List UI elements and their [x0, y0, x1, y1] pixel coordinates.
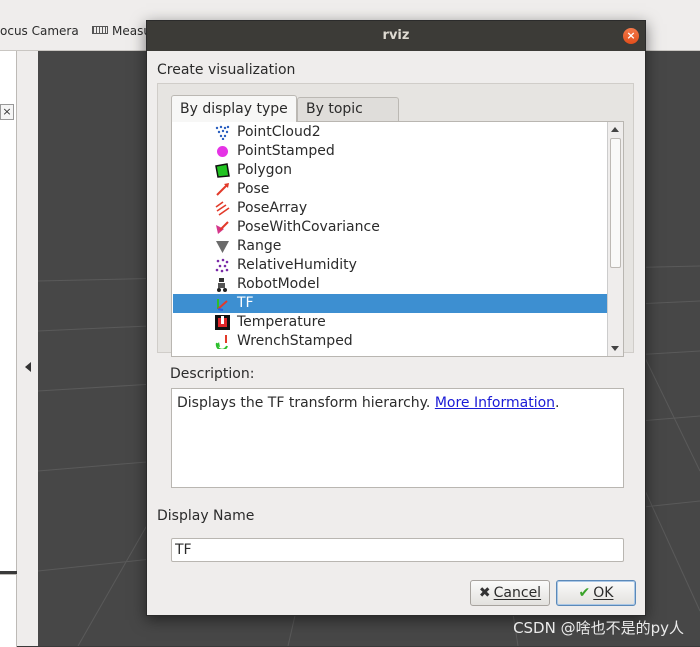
tree-item-posewithcovariance[interactable]: PoseWithCovariance	[173, 218, 607, 237]
close-icon[interactable]: ×	[623, 28, 639, 44]
cancel-button[interactable]: ✖ Cancel	[470, 580, 550, 606]
cancel-x-icon: ✖	[478, 585, 491, 601]
tree-item-label: Pose	[237, 181, 270, 197]
displays-panel: ×	[0, 51, 17, 571]
display-name-input[interactable]	[171, 538, 624, 562]
checkmark-icon: ✔	[578, 585, 591, 601]
create-visualization-dialog: rviz × Create visualization By display t…	[146, 20, 646, 616]
posewithcovariance-icon	[216, 221, 229, 234]
tree-item-label: Temperature	[237, 314, 326, 330]
watermark: CSDN @啥也不是的py人	[513, 619, 684, 637]
pointcloud2-icon	[215, 125, 230, 140]
tree-item-label: PoseArray	[237, 200, 308, 216]
tab-by-display-type[interactable]: By display type	[171, 95, 297, 122]
scrollbar-thumb[interactable]	[610, 138, 621, 268]
collapse-arrow-icon[interactable]	[25, 362, 31, 372]
tree-item-label: PointStamped	[237, 143, 335, 159]
description-text: Displays the TF transform hierarchy.	[177, 395, 435, 411]
tree-item-relativehumidity[interactable]: RelativeHumidity	[173, 256, 607, 275]
tree-item-label: TF	[237, 295, 254, 311]
tree-item-range[interactable]: Range	[173, 237, 607, 256]
panel-splitter[interactable]	[17, 51, 38, 646]
description-label: Description:	[170, 366, 255, 382]
description-box: Displays the TF transform hierarchy. Mor…	[171, 388, 624, 488]
tree-item-pose[interactable]: Pose	[173, 180, 607, 199]
panel-close-button[interactable]: ×	[0, 104, 14, 120]
views-panel	[0, 574, 17, 647]
tab-by-topic[interactable]: By topic	[297, 97, 399, 121]
scroll-up-icon[interactable]	[611, 127, 619, 132]
posearray-icon	[215, 201, 230, 216]
tree-item-label: Polygon	[237, 162, 293, 178]
tree-item-label: PoseWithCovariance	[237, 219, 380, 235]
create-visualization-label: Create visualization	[157, 62, 296, 78]
tree-item-label: RobotModel	[237, 276, 320, 292]
temperature-icon	[215, 315, 230, 330]
focus-camera-tool[interactable]: ocus Camera	[0, 24, 79, 38]
tree-item-label: WrenchStamped	[237, 333, 353, 349]
range-icon	[216, 241, 229, 253]
tree-item-wrenchstamped[interactable]: WrenchStamped	[173, 332, 607, 351]
robotmodel-icon	[217, 278, 227, 292]
more-information-link[interactable]: More Information	[435, 395, 555, 411]
tree-item-label: PointCloud2	[237, 124, 321, 140]
tree-scrollbar[interactable]	[607, 122, 623, 356]
relativehumidity-icon	[215, 258, 229, 273]
tree-item-pointstamped[interactable]: PointStamped	[173, 142, 607, 161]
tree-item-label: Range	[237, 238, 282, 254]
ruler-icon	[92, 26, 108, 34]
pose-icon	[216, 183, 229, 196]
tree-item-temperature[interactable]: Temperature	[173, 313, 607, 332]
tf-icon	[217, 299, 228, 311]
tree-item-label: RelativeHumidity	[237, 257, 357, 273]
tree-item-polygon[interactable]: Polygon	[173, 161, 607, 180]
dialog-title: rviz	[382, 28, 410, 43]
ok-button[interactable]: ✔ OK	[556, 580, 636, 606]
dialog-titlebar[interactable]: rviz ×	[147, 21, 645, 51]
wrenchstamped-icon	[215, 335, 228, 349]
tree-item-pointcloud2[interactable]: PointCloud2	[173, 123, 607, 142]
description-end: .	[555, 395, 560, 411]
scroll-down-icon[interactable]	[611, 346, 619, 351]
polygon-icon	[215, 163, 230, 178]
tree-item-tf[interactable]: TF	[173, 294, 607, 313]
pointstamped-icon	[217, 146, 228, 157]
measure-tool[interactable]: Measu	[92, 24, 151, 38]
display-type-tree[interactable]: PointCloud2 PointStamped Polygon Pose Po…	[171, 121, 624, 357]
tree-item-posearray[interactable]: PoseArray	[173, 199, 607, 218]
ok-button-label: OK	[593, 585, 614, 601]
tree-item-robotmodel[interactable]: RobotModel	[173, 275, 607, 294]
cancel-button-label: Cancel	[493, 585, 542, 601]
display-name-label: Display Name	[157, 508, 255, 524]
